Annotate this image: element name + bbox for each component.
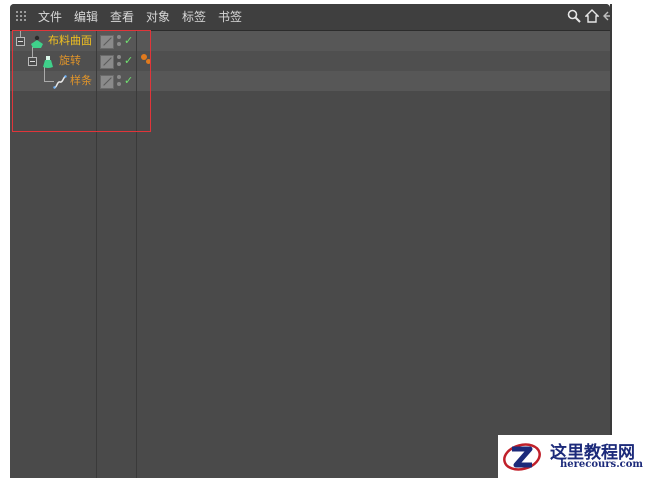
back-icon[interactable] bbox=[602, 9, 610, 25]
toolbar-icons bbox=[566, 8, 610, 26]
menu-bookmarks[interactable]: 书签 bbox=[218, 10, 242, 24]
menu-bar: 文件 编辑 查看 对象 标签 书签 bbox=[10, 4, 610, 31]
home-icon[interactable] bbox=[584, 9, 600, 25]
grip-icon[interactable] bbox=[16, 11, 28, 23]
watermark: 这里教程网 herecours.com bbox=[498, 435, 645, 478]
highlight-box bbox=[12, 30, 151, 132]
panel-edge bbox=[610, 4, 612, 478]
menu-edit[interactable]: 编辑 bbox=[74, 10, 98, 24]
watermark-logo-icon bbox=[502, 439, 541, 475]
menu-objects[interactable]: 对象 bbox=[146, 10, 170, 24]
menu-view[interactable]: 查看 bbox=[110, 10, 134, 24]
search-icon[interactable] bbox=[566, 9, 582, 25]
menu-file[interactable]: 文件 bbox=[38, 10, 62, 24]
watermark-url: herecours.com bbox=[560, 459, 644, 470]
menu-tags[interactable]: 标签 bbox=[182, 10, 206, 24]
